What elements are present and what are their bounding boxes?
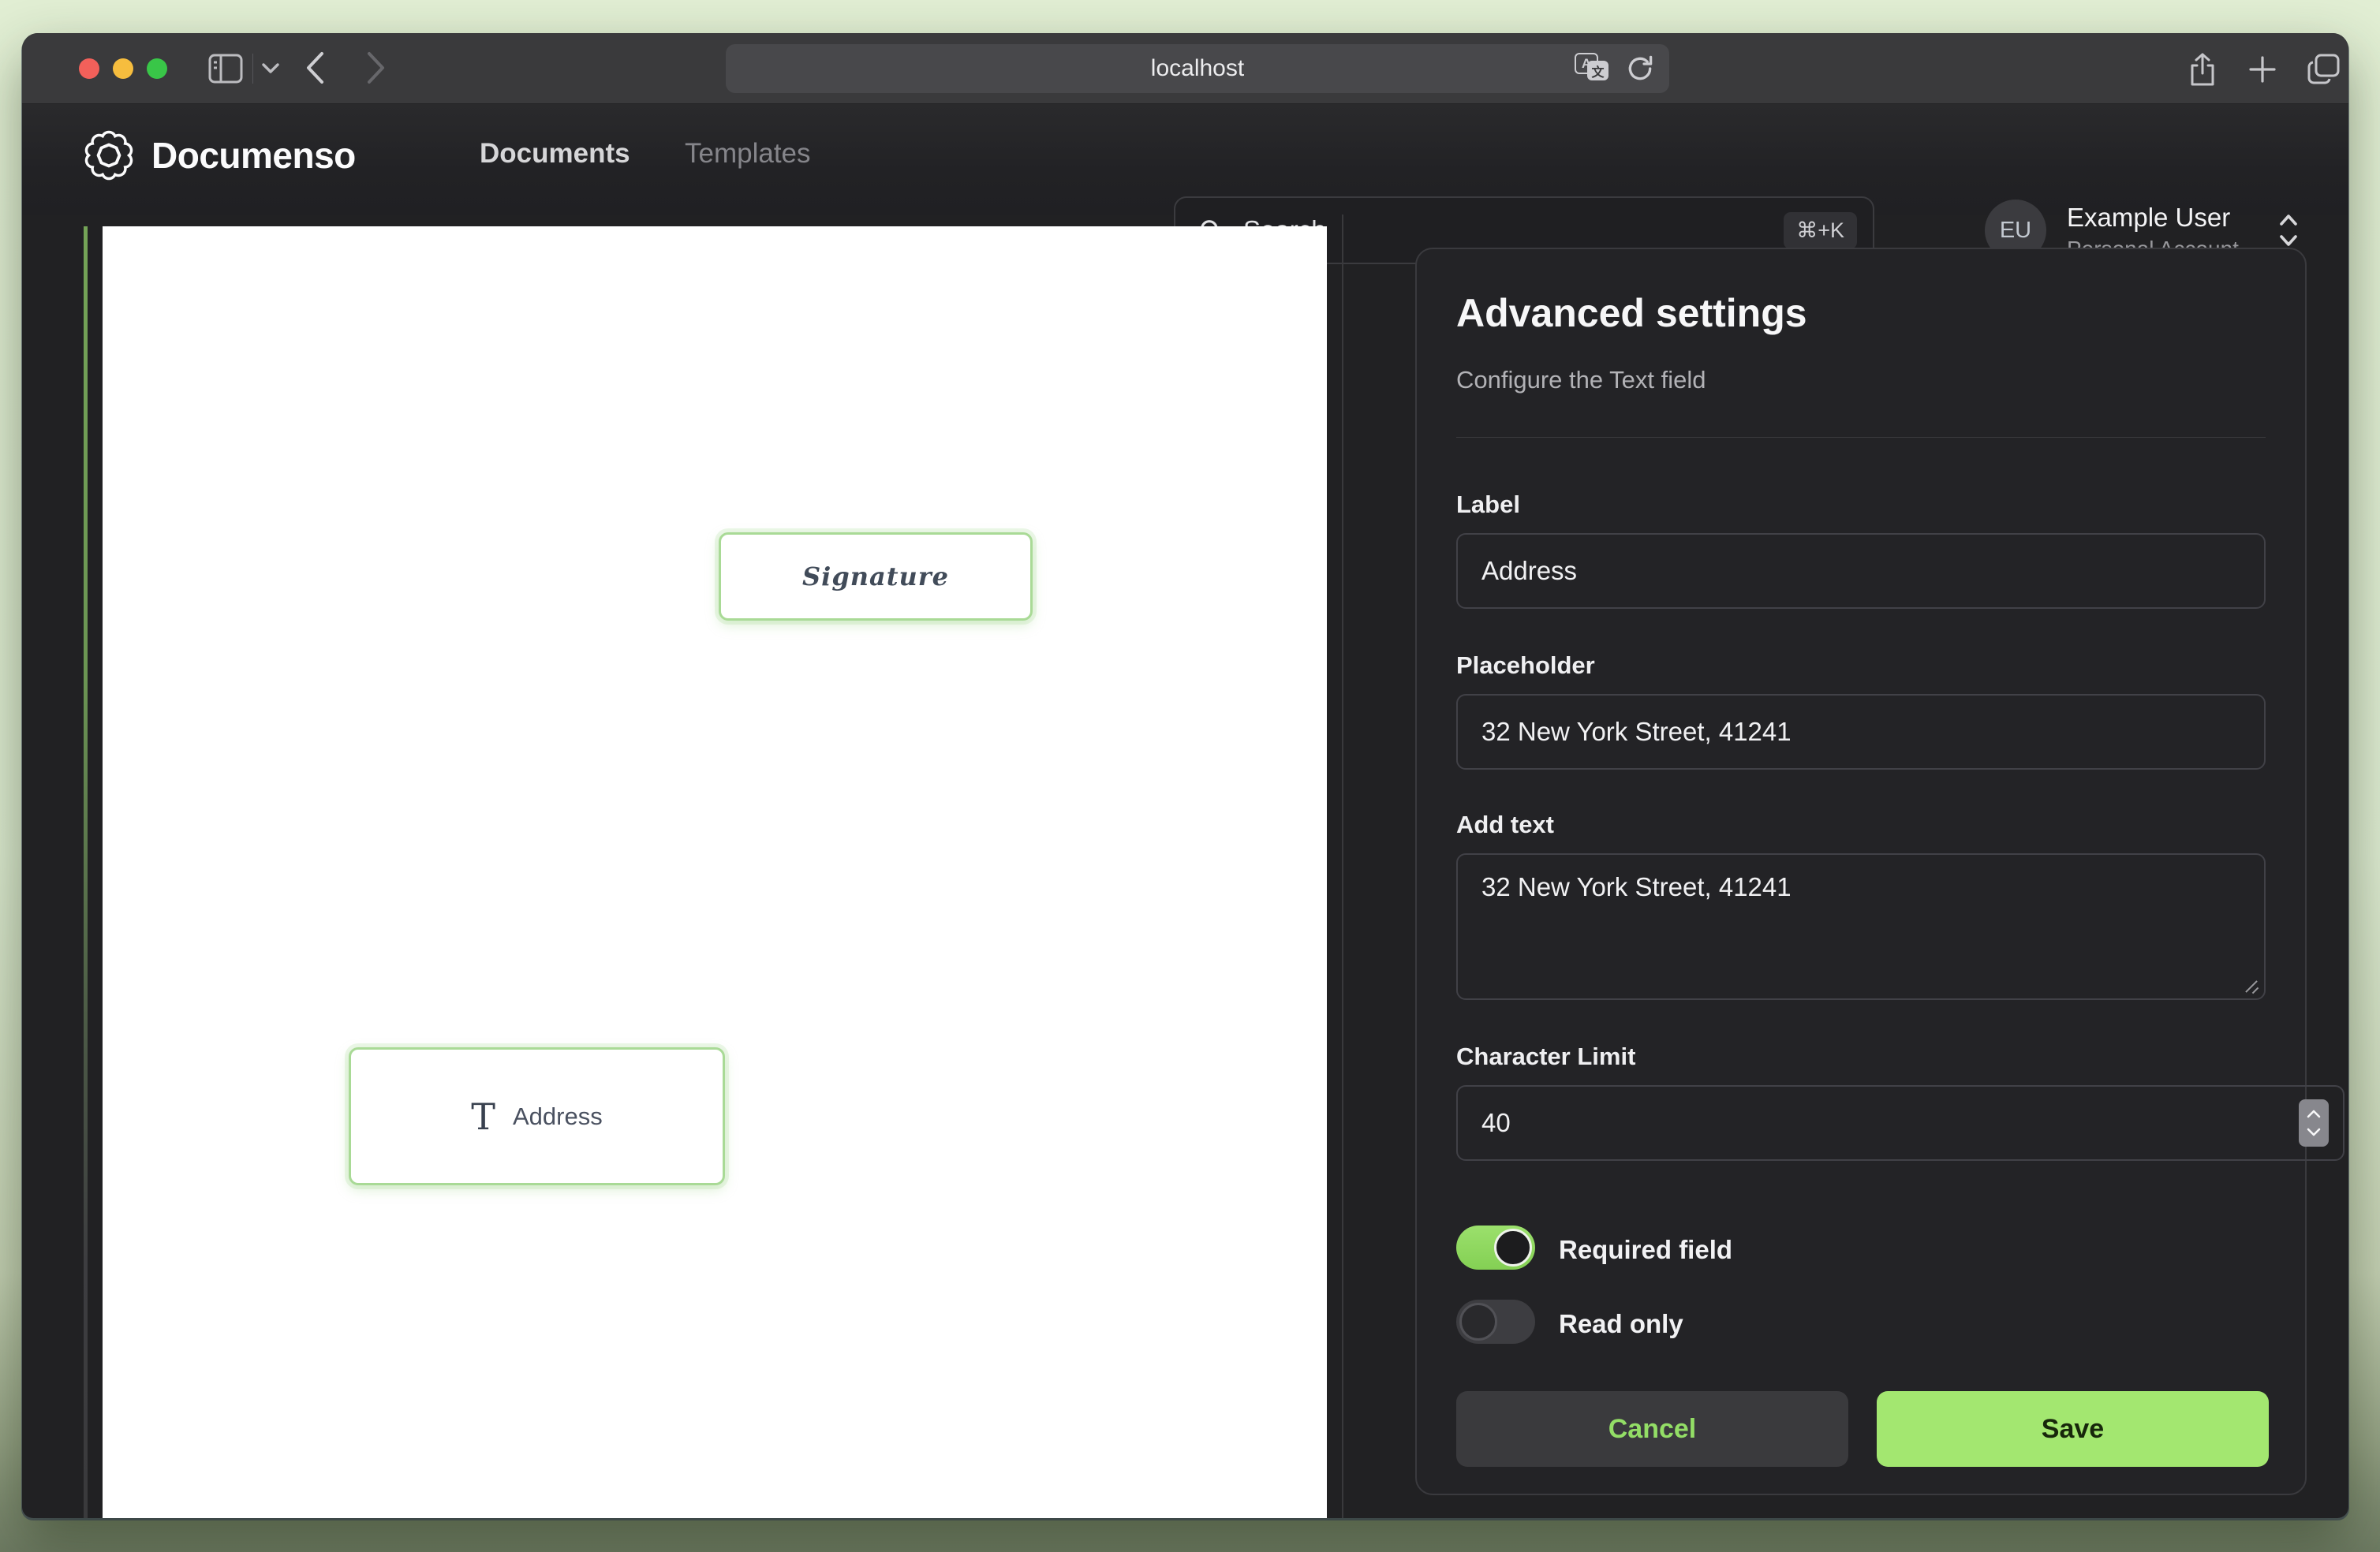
browser-titlebar: localhost A 文 xyxy=(22,33,2348,104)
document-page xyxy=(103,226,1327,1518)
toolbar-divider xyxy=(252,54,253,84)
translate-cjk-glyph: 文 xyxy=(1587,61,1608,80)
placeholder-input[interactable] xyxy=(1456,694,2266,770)
save-button[interactable]: Save xyxy=(1877,1391,2269,1467)
character-limit-input[interactable] xyxy=(1456,1085,2345,1161)
required-field-label: Required field xyxy=(1559,1235,1732,1265)
placeholder-field-label: Placeholder xyxy=(1456,651,2266,680)
chevron-down-icon[interactable] xyxy=(262,63,279,74)
zoom-window-button[interactable] xyxy=(147,58,167,79)
brand-wordmark[interactable]: Documenso xyxy=(151,134,356,177)
panel-title: Advanced settings xyxy=(1456,290,2266,336)
user-name: Example User xyxy=(2067,203,2230,233)
required-field-toggle[interactable] xyxy=(1456,1226,1535,1270)
add-text-textarea[interactable]: 32 New York Street, 41241 xyxy=(1456,853,2266,1000)
new-tab-icon[interactable] xyxy=(2247,54,2278,85)
account-switcher-icon[interactable] xyxy=(2277,213,2300,248)
toggle-knob xyxy=(1494,1229,1532,1267)
search-shortcut-badge: ⌘+K xyxy=(1784,212,1857,249)
share-icon[interactable] xyxy=(2187,52,2218,87)
url-text: localhost xyxy=(1151,55,1244,82)
documenso-logo-icon xyxy=(84,130,134,181)
reload-icon[interactable] xyxy=(1625,54,1655,84)
back-button[interactable] xyxy=(305,50,325,85)
desktop: localhost A 文 xyxy=(0,0,2380,1552)
cancel-button[interactable]: Cancel xyxy=(1456,1391,1848,1467)
label-field-label: Label xyxy=(1456,491,2266,519)
character-limit-field-label: Character Limit xyxy=(1456,1043,2266,1071)
tab-overview-icon[interactable] xyxy=(2307,53,2341,86)
toggle-knob xyxy=(1459,1303,1497,1341)
text-field-label: Address xyxy=(513,1102,603,1131)
nav-documents[interactable]: Documents xyxy=(480,138,630,170)
read-only-label: Read only xyxy=(1559,1309,1683,1339)
number-stepper[interactable] xyxy=(2299,1099,2329,1147)
translate-icon[interactable]: A 文 xyxy=(1575,53,1611,84)
text-field-address[interactable]: T Address xyxy=(349,1047,725,1185)
read-only-toggle[interactable] xyxy=(1456,1300,1535,1344)
app-header: Documenso Documents Templates ⌘+K EU Exa… xyxy=(22,104,2348,215)
label-input[interactable] xyxy=(1456,533,2266,609)
page-accent-line xyxy=(84,226,88,1518)
nav-templates[interactable]: Templates xyxy=(685,138,811,170)
avatar-initials: EU xyxy=(2000,218,2031,244)
forward-button[interactable] xyxy=(366,50,387,85)
content-divider xyxy=(1342,215,1343,1518)
advanced-settings-panel: Advanced settings Configure the Text fie… xyxy=(1415,248,2307,1495)
signature-field[interactable]: Signature xyxy=(719,532,1033,621)
panel-subtitle: Configure the Text field xyxy=(1456,366,2266,394)
minimize-window-button[interactable] xyxy=(113,58,133,79)
browser-window: localhost A 文 xyxy=(22,33,2348,1518)
close-window-button[interactable] xyxy=(79,58,99,79)
address-bar[interactable]: localhost A 文 xyxy=(726,44,1669,93)
add-text-field-label: Add text xyxy=(1456,811,2266,839)
panel-divider xyxy=(1456,437,2266,438)
signature-field-label: Signature xyxy=(802,561,949,591)
text-field-icon: T xyxy=(471,1099,495,1135)
sidebar-icon[interactable] xyxy=(208,54,243,84)
